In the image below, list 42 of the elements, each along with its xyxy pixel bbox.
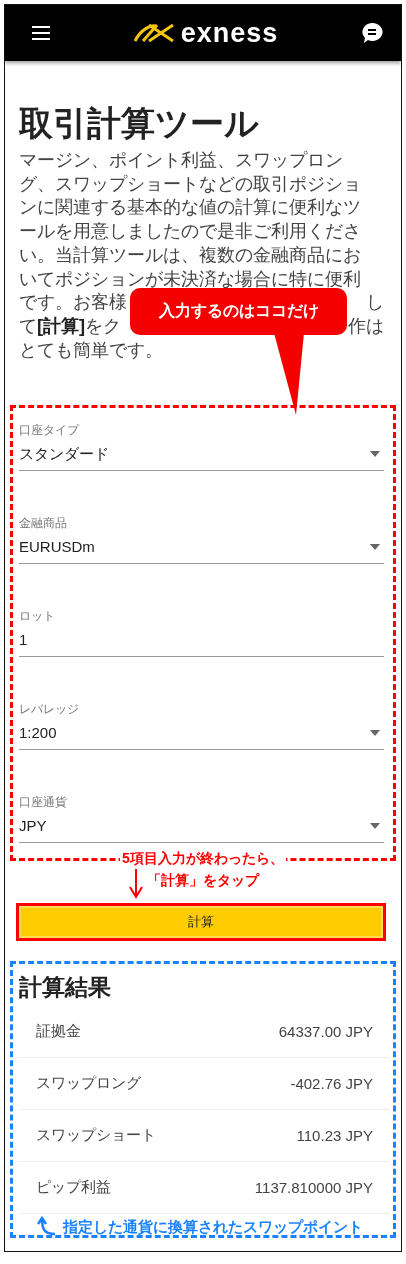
field-label: レバレッジ — [19, 702, 79, 718]
dropdown-caret-icon — [370, 544, 380, 551]
result-value: 1137.810000 JPY — [254, 1179, 373, 1197]
annotation-text: 指定した通貨に換算されたスワップポイント — [63, 1217, 363, 1237]
input-field[interactable]: 1 — [19, 624, 384, 658]
description-text: て[計算]をク — [19, 313, 122, 338]
field-label: ロット — [19, 609, 55, 625]
result-label: スワップショート — [36, 1126, 156, 1146]
dropdown-field[interactable]: EURUSDm — [19, 531, 384, 565]
menu-icon[interactable] — [32, 26, 50, 40]
result-value: 110.23 JPY — [296, 1127, 373, 1145]
description-text: い。当計算ツールは、複数の金融商品にお — [19, 242, 361, 267]
description-text: グ、スワップショートなどの取引ポジショ — [19, 171, 361, 196]
result-label: スワップロング — [36, 1074, 141, 1094]
description-text: 作は — [348, 313, 384, 338]
page-title: 取引計算ツール — [19, 103, 260, 144]
dropdown-caret-icon — [370, 451, 380, 458]
dropdown-field[interactable]: JPY — [19, 810, 384, 844]
description-text: です。お客様 — [19, 290, 127, 314]
dropdown-caret-icon — [370, 730, 380, 737]
description-text: し — [366, 290, 384, 314]
result-value: -402.76 JPY — [290, 1075, 373, 1093]
result-value: 64337.00 JPY — [278, 1023, 373, 1041]
description-text: マージン、ポイント利益、スワップロン — [19, 148, 343, 172]
calculate-button[interactable]: 計算 — [16, 903, 386, 942]
description-text: ンに関連する基本的な値の計算に便利なツ — [19, 195, 361, 220]
result-label: ピップ利益 — [36, 1178, 111, 1198]
dropdown-caret-icon — [370, 823, 380, 830]
logo-text: exness — [180, 17, 279, 49]
field-label: 口座通貨 — [19, 795, 67, 811]
annotation-text: 5項目入力が終わったら、 — [120, 850, 286, 867]
description-text: とても簡単です。 — [19, 337, 163, 362]
chat-icon[interactable] — [361, 22, 383, 44]
dropdown-field[interactable]: 1:200 — [19, 717, 384, 751]
results-title: 計算結果 — [19, 973, 112, 1003]
field-label: 口座タイプ — [19, 423, 79, 439]
down-arrow-icon — [129, 869, 143, 900]
result-label: 証拠金 — [36, 1022, 81, 1042]
dropdown-field[interactable]: スタンダード — [19, 438, 384, 472]
description-text: いてポジションが未決済な場合に特に便利 — [19, 266, 361, 291]
field-label: 金融商品 — [19, 516, 67, 532]
description-text: ールを用意しましたので是非ご利用くださ — [19, 219, 361, 243]
